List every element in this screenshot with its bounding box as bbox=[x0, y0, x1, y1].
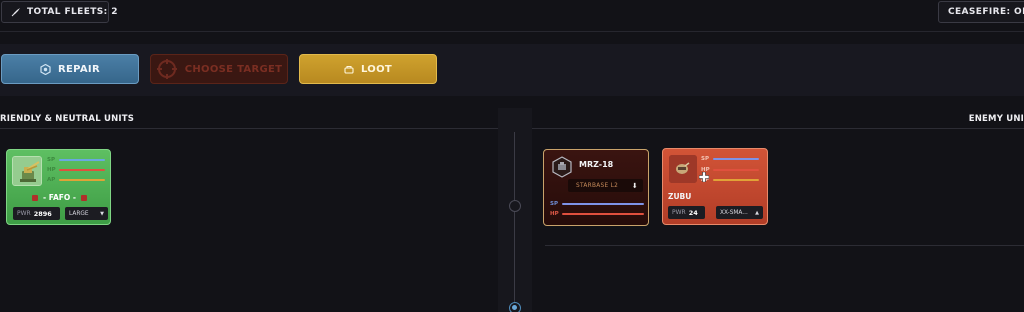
sp-bar bbox=[59, 159, 105, 161]
unit-name: MRZ-18 bbox=[579, 160, 614, 169]
rocket-icon bbox=[11, 7, 21, 17]
flag-icon bbox=[81, 195, 87, 201]
loot-button[interactable]: LOOT bbox=[299, 54, 437, 84]
repair-button[interactable]: REPAIR bbox=[1, 54, 139, 84]
timeline-node[interactable] bbox=[509, 200, 521, 212]
power-label: PWR bbox=[17, 210, 31, 217]
ship-icon bbox=[669, 155, 697, 183]
hp-bar bbox=[713, 169, 759, 171]
enemy-section-divider bbox=[532, 128, 1024, 129]
unit-name: - FAFO - bbox=[42, 193, 76, 202]
power-stat: PWR 24 bbox=[668, 206, 705, 219]
power-value: 24 bbox=[688, 208, 698, 217]
sp-label: SP bbox=[701, 156, 709, 162]
repair-label: REPAIR bbox=[58, 63, 100, 75]
ap-bar-row: AP bbox=[47, 177, 105, 183]
ap-bar-row: AP bbox=[701, 177, 759, 183]
unit-card-fafo[interactable]: SP HP AP - FAFO - PWR 2896 LARGE ▼ bbox=[6, 149, 111, 225]
top-bar: TOTAL FLEETS: 2 CEASEFIRE: OFF bbox=[0, 0, 1024, 32]
unit-card-mrz-18[interactable]: MRZ-18 STARBASE L2 ⬇ SP HP bbox=[543, 149, 649, 226]
timeline-node-active[interactable] bbox=[509, 302, 521, 312]
sp-label: SP bbox=[550, 201, 558, 207]
total-fleets-badge[interactable]: TOTAL FLEETS: 2 bbox=[1, 1, 117, 23]
ceasefire-label: CEASEFIRE: OFF bbox=[948, 7, 1024, 17]
ap-label: AP bbox=[47, 177, 56, 183]
ceasefire-toggle[interactable]: CEASEFIRE: OFF bbox=[938, 1, 1024, 23]
crosshair-cursor-icon bbox=[698, 167, 710, 183]
starbase-level: STARBASE L2 bbox=[576, 182, 619, 189]
flag-icon bbox=[31, 195, 38, 201]
total-fleets-label: TOTAL FLEETS: 2 bbox=[27, 7, 118, 17]
sp-bar-row: SP bbox=[701, 156, 759, 162]
sp-bar bbox=[713, 158, 759, 160]
power-stat: PWR 2896 bbox=[13, 207, 60, 220]
size-select[interactable]: XX-SMA... ▲ bbox=[716, 206, 763, 219]
starbase-icon bbox=[552, 156, 572, 178]
size-value: LARGE bbox=[69, 210, 89, 217]
hp-bar bbox=[562, 213, 644, 215]
size-value: XX-SMA... bbox=[720, 209, 748, 216]
chevron-down-icon: ▼ bbox=[100, 210, 104, 217]
unit-name: ZUBU bbox=[668, 192, 692, 201]
enemy-section-title: ENEMY UNI bbox=[968, 114, 1024, 124]
hp-bar-row: HP bbox=[550, 211, 644, 217]
starbase-level-badge[interactable]: STARBASE L2 ⬇ bbox=[568, 179, 643, 192]
power-value: 2896 bbox=[33, 209, 52, 218]
sp-bar-row: SP bbox=[550, 201, 644, 207]
sp-label: SP bbox=[47, 157, 55, 163]
power-label: PWR bbox=[672, 209, 686, 216]
enemy-row-divider bbox=[545, 245, 1024, 246]
hp-bar-row: HP bbox=[701, 167, 759, 173]
chevron-up-icon: ▲ bbox=[755, 209, 759, 216]
timeline-track bbox=[514, 132, 515, 312]
action-bar: REPAIR CHOOSE TARGET LOOT bbox=[0, 44, 1024, 96]
target-icon bbox=[156, 58, 178, 80]
hp-bar bbox=[59, 169, 105, 171]
ap-bar bbox=[713, 179, 759, 181]
hp-label: HP bbox=[550, 211, 559, 217]
repair-icon bbox=[40, 63, 51, 75]
sp-bar bbox=[562, 203, 644, 205]
loot-icon bbox=[344, 65, 354, 74]
download-icon: ⬇ bbox=[631, 181, 638, 190]
friendly-section-title: RIENDLY & NEUTRAL UNITS bbox=[0, 114, 135, 124]
turret-icon bbox=[12, 156, 42, 186]
choose-target-button[interactable]: CHOOSE TARGET bbox=[150, 54, 288, 84]
ap-bar bbox=[59, 179, 105, 181]
unit-name-row: - FAFO - bbox=[7, 193, 110, 202]
unit-card-zubu[interactable]: SP HP AP ZUBU PWR 24 XX-SMA... ▲ bbox=[662, 148, 768, 225]
loot-label: LOOT bbox=[360, 63, 393, 75]
hp-bar-row: HP bbox=[47, 167, 105, 173]
sp-bar-row: SP bbox=[47, 157, 105, 163]
choose-target-label: CHOOSE TARGET bbox=[184, 63, 283, 75]
hp-label: HP bbox=[47, 167, 56, 173]
friendly-section-divider bbox=[0, 128, 498, 129]
size-select[interactable]: LARGE ▼ bbox=[65, 207, 108, 220]
